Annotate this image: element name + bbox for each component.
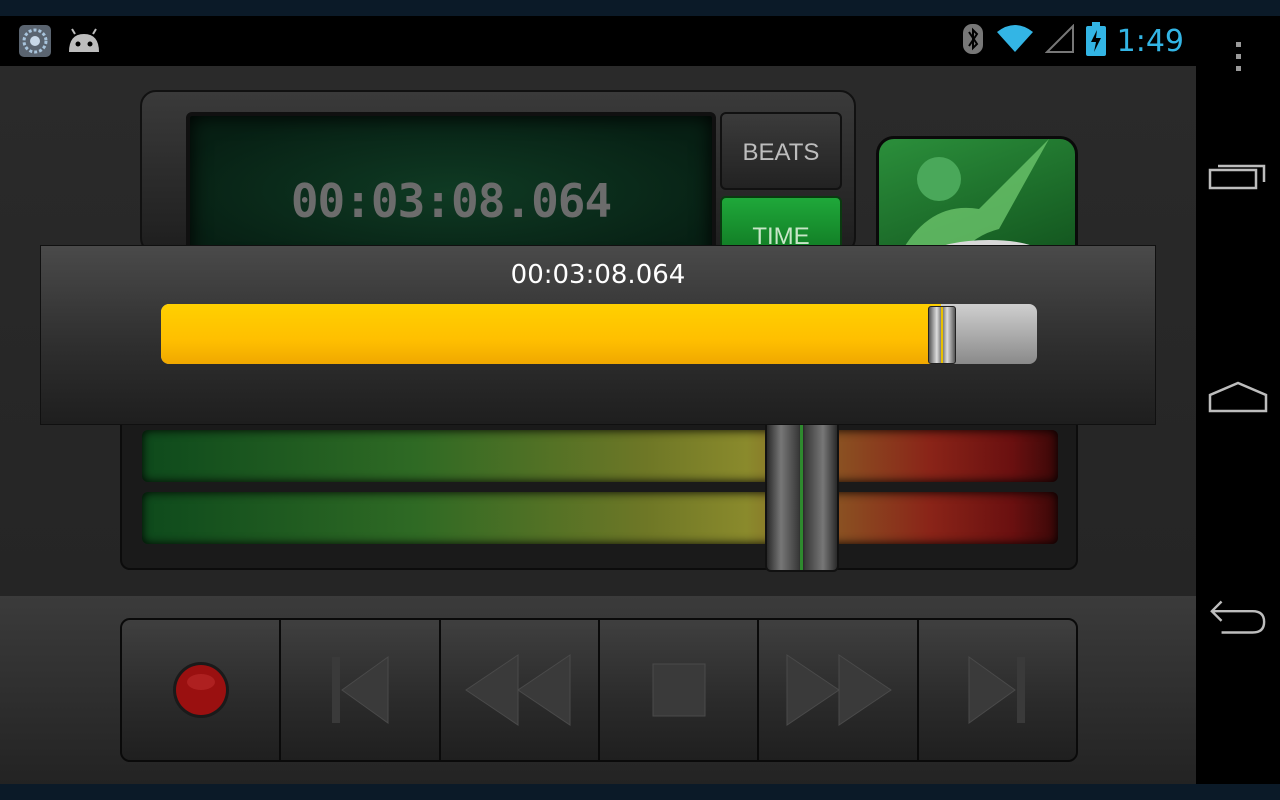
seek-thumb[interactable] [927, 306, 956, 364]
skip-to-end-button[interactable] [918, 620, 1076, 760]
record-icon [172, 662, 229, 718]
seek-position-text: 00:03:08.064 [510, 260, 686, 290]
stop-button[interactable] [599, 620, 760, 760]
fader-center-line [800, 420, 804, 570]
skip-to-start-icon [331, 656, 389, 724]
overflow-menu-icon[interactable] [1208, 32, 1268, 82]
lcd-time-readout: 00:03:08.064 [290, 174, 612, 228]
skip-to-start-button[interactable] [281, 620, 441, 760]
display-panel: 00:03:08.064 BEATS TIME [140, 90, 856, 274]
cell-signal-icon [1044, 23, 1075, 58]
skip-to-end-icon [968, 656, 1026, 724]
beats-mode-button[interactable]: BEATS [720, 112, 842, 190]
right-channel-meter [142, 492, 1058, 544]
stop-icon [652, 663, 706, 717]
status-clock: 1:49 [1116, 23, 1184, 59]
left-channel-meter [142, 430, 1058, 482]
level-meter [120, 416, 1078, 572]
status-bar: 1:49 [0, 16, 1196, 66]
back-icon[interactable] [1208, 592, 1268, 642]
app-notification-icon [18, 24, 52, 58]
level-fader[interactable] [765, 418, 840, 572]
seek-bar[interactable] [161, 304, 1037, 364]
seek-progress-fill [161, 304, 941, 364]
android-icon [66, 24, 100, 58]
battery-charging-icon [1085, 22, 1107, 60]
fast-forward-button[interactable] [759, 620, 919, 760]
record-button[interactable] [122, 620, 282, 760]
bluetooth-icon [961, 22, 985, 60]
bottom-edge [0, 784, 1280, 800]
home-icon[interactable] [1208, 372, 1268, 422]
recent-apps-icon[interactable] [1208, 150, 1268, 200]
seek-dialog: 00:03:08.064 [40, 245, 1156, 425]
top-edge [0, 0, 1280, 16]
wifi-icon [995, 24, 1035, 58]
rewind-icon [465, 654, 571, 726]
rewind-button[interactable] [440, 620, 600, 760]
fast-forward-icon [786, 654, 892, 726]
recorder-app: 00:03:08.064 BEATS TIME [0, 66, 1196, 784]
navigation-bar [1196, 16, 1280, 784]
transport-controls [120, 618, 1078, 762]
